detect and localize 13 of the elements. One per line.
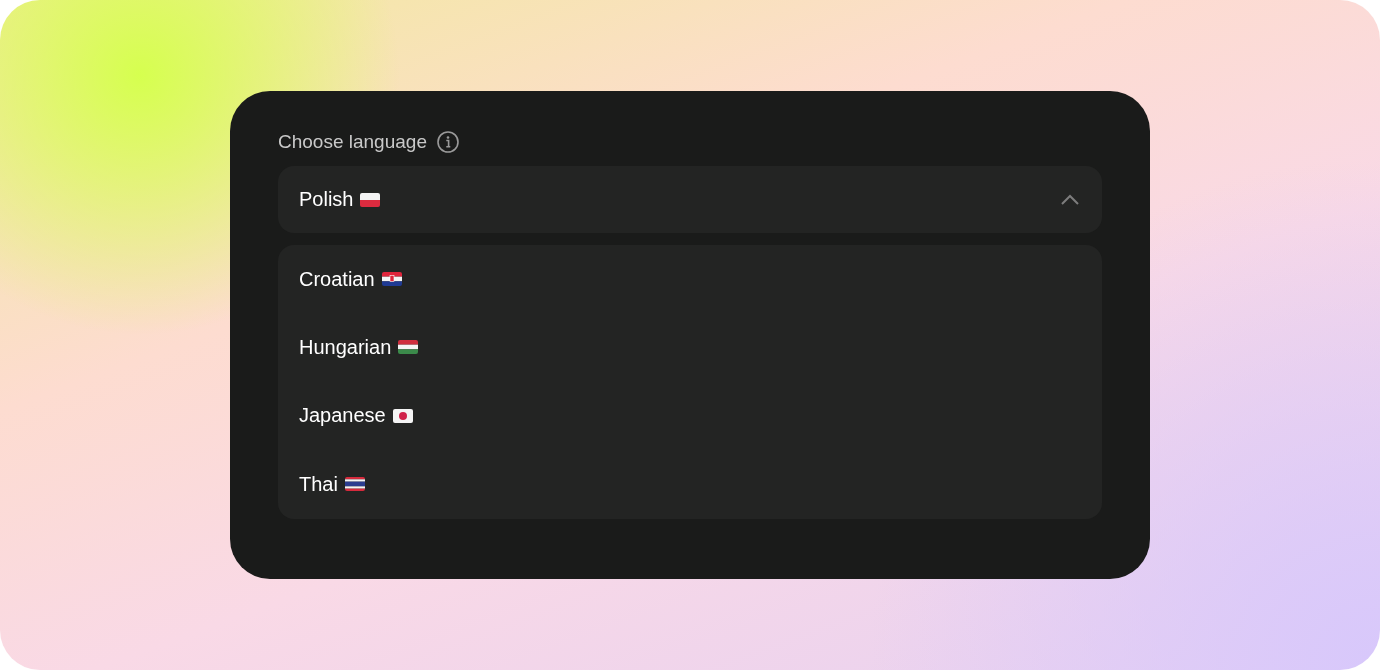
info-icon[interactable] [436, 131, 459, 153]
language-option[interactable]: Japanese [299, 404, 386, 428]
language-option[interactable]: Hungarian [299, 335, 392, 359]
flag-icon [398, 340, 419, 355]
flag-icon [344, 477, 365, 492]
flag-icon [360, 192, 381, 207]
flag-icon [392, 408, 413, 423]
language-option[interactable]: Croatian [299, 267, 375, 291]
language-option[interactable]: Thai [299, 472, 338, 496]
field-label: Choose language [278, 131, 427, 153]
language-dropdown[interactable]: Polish [278, 166, 1102, 233]
selected-language: Polish [299, 188, 354, 211]
flag-icon [381, 272, 402, 286]
